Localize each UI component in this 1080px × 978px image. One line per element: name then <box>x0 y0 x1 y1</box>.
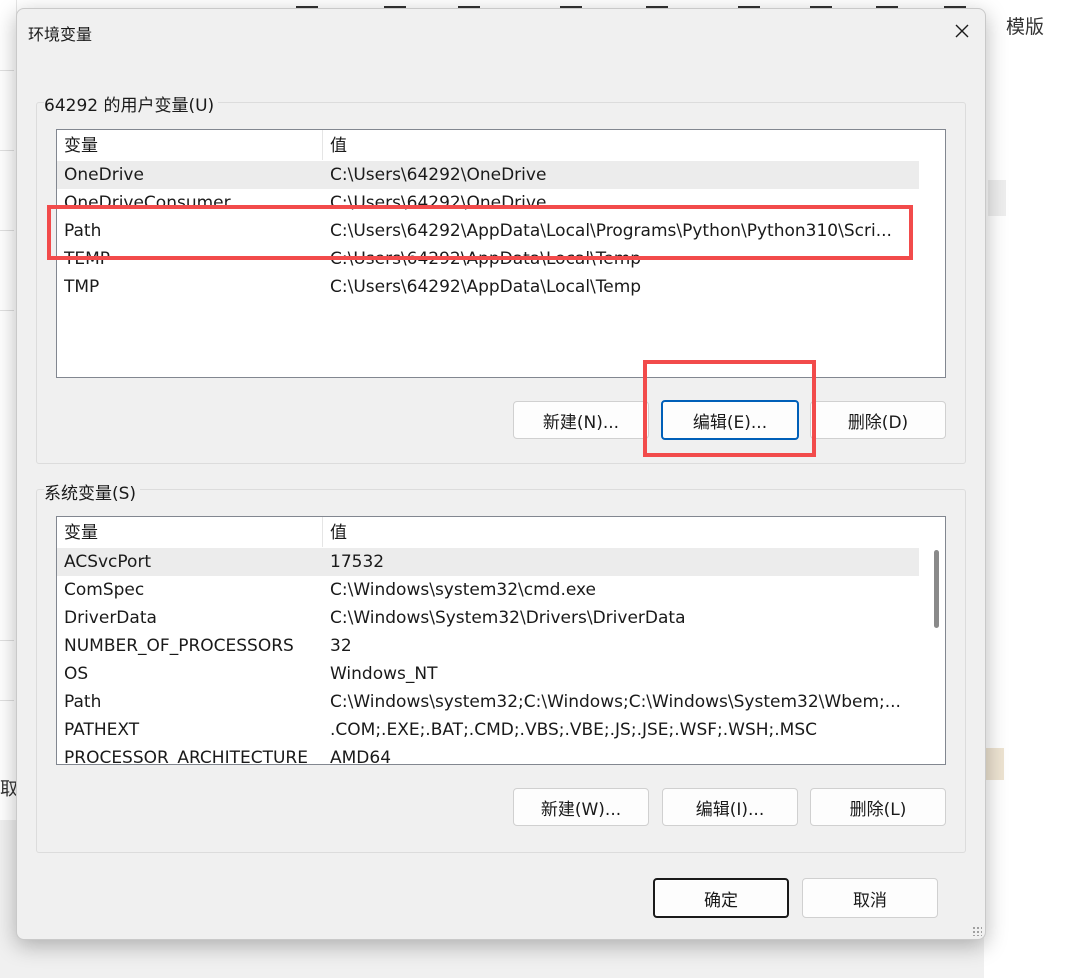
dialog-title: 环境变量 <box>28 25 93 44</box>
variable-name: Path <box>64 221 102 241</box>
variable-value: C:\Users\64292\AppData\Local\Temp <box>330 277 642 297</box>
variable-value: 32 <box>330 636 352 656</box>
environment-variables-dialog: 环境变量 64292 的用户变量(U) 变量 值 OneDrive C:\Use… <box>16 8 986 940</box>
system-variables-label: 系统变量(S) <box>44 479 141 504</box>
table-row[interactable]: PROCESSOR_ARCHITECTURE AMD64 <box>57 744 919 765</box>
column-header-value[interactable]: 值 <box>323 130 923 160</box>
table-row[interactable]: TEMP C:\Users\64292\AppData\Local\Temp <box>57 245 919 273</box>
variable-name: OS <box>64 664 89 684</box>
table-row[interactable]: ACSvcPort 17532 <box>57 548 919 576</box>
variable-value: Windows_NT <box>330 664 438 684</box>
title-bar[interactable]: 环境变量 <box>17 9 985 53</box>
background-left-panel <box>0 0 17 820</box>
system-variables-list[interactable]: 变量 值 ACSvcPort 17532 ComSpec C:\Windows\… <box>56 516 946 765</box>
user-new-button[interactable]: 新建(N)... <box>513 401 649 439</box>
variable-name: NUMBER_OF_PROCESSORS <box>64 636 294 656</box>
user-delete-button[interactable]: 删除(D) <box>810 401 946 439</box>
table-row[interactable]: OneDrive C:\Users\64292\OneDrive <box>57 161 919 189</box>
close-icon <box>955 24 969 38</box>
table-row[interactable]: Path C:\Users\64292\AppData\Local\Progra… <box>57 217 919 245</box>
close-button[interactable] <box>939 9 985 53</box>
system-new-button[interactable]: 新建(W)... <box>513 788 649 826</box>
cancel-button[interactable]: 取消 <box>802 878 938 918</box>
column-header-variable[interactable]: 变量 <box>57 517 323 547</box>
user-edit-button[interactable]: 编辑(E)... <box>661 400 799 440</box>
table-row[interactable]: PATHEXT .COM;.EXE;.BAT;.CMD;.VBS;.VBE;.J… <box>57 716 919 744</box>
variable-value: .COM;.EXE;.BAT;.CMD;.VBS;.VBE;.JS;.JSE;.… <box>330 720 818 740</box>
table-row[interactable]: OS Windows_NT <box>57 660 919 688</box>
table-row[interactable]: OneDriveConsumer C:\Users\64292\OneDrive <box>57 189 919 217</box>
table-row[interactable]: DriverData C:\Windows\System32\Drivers\D… <box>57 604 919 632</box>
resize-grip-icon[interactable] <box>972 926 982 936</box>
variable-value: C:\Windows\system32;C:\Windows;C:\Window… <box>330 692 901 712</box>
user-variables-label: 64292 的用户变量(U) <box>44 91 219 116</box>
variable-value: 17532 <box>330 552 385 572</box>
variable-value: C:\Windows\System32\Drivers\DriverData <box>330 608 686 628</box>
variable-value: C:\Windows\system32\cmd.exe <box>330 580 597 600</box>
variable-value: AMD64 <box>330 748 392 765</box>
variable-value: C:\Users\64292\OneDrive <box>330 193 547 213</box>
variable-value: C:\Users\64292\AppData\Local\Programs\Py… <box>330 221 892 241</box>
variable-value: C:\Users\64292\OneDrive <box>330 165 547 185</box>
variable-name: Path <box>64 692 102 712</box>
system-delete-button[interactable]: 删除(L) <box>810 788 946 826</box>
background-right-panel <box>984 0 1080 978</box>
background-image <box>986 748 1004 780</box>
variable-name: TMP <box>64 277 100 297</box>
table-row[interactable]: Path C:\Windows\system32;C:\Windows;C:\W… <box>57 688 919 716</box>
column-header-value[interactable]: 值 <box>323 517 923 547</box>
background-card <box>988 180 1006 216</box>
vertical-scrollbar[interactable] <box>934 550 939 628</box>
list-header: 变量 值 <box>57 130 945 160</box>
variable-name: ComSpec <box>64 580 145 600</box>
variable-name: OneDriveConsumer <box>64 193 231 213</box>
column-header-variable[interactable]: 变量 <box>57 130 323 160</box>
table-row[interactable]: ComSpec C:\Windows\system32\cmd.exe <box>57 576 919 604</box>
variable-name: OneDrive <box>64 165 144 185</box>
template-tab[interactable]: 模版 <box>1006 12 1044 39</box>
user-variables-list[interactable]: 变量 值 OneDrive C:\Users\64292\OneDrive On… <box>56 129 946 378</box>
table-row[interactable]: TMP C:\Users\64292\AppData\Local\Temp <box>57 273 919 301</box>
table-row[interactable]: NUMBER_OF_PROCESSORS 32 <box>57 632 919 660</box>
variable-name: PROCESSOR_ARCHITECTURE <box>64 748 308 765</box>
variable-value: C:\Users\64292\AppData\Local\Temp <box>330 249 642 269</box>
system-edit-button[interactable]: 编辑(I)... <box>662 788 798 826</box>
variable-name: TEMP <box>64 249 111 269</box>
variable-name: DriverData <box>64 608 157 628</box>
variable-name: ACSvcPort <box>64 552 152 572</box>
variable-name: PATHEXT <box>64 720 140 740</box>
ok-button[interactable]: 确定 <box>653 878 789 918</box>
list-header: 变量 值 <box>57 517 945 547</box>
